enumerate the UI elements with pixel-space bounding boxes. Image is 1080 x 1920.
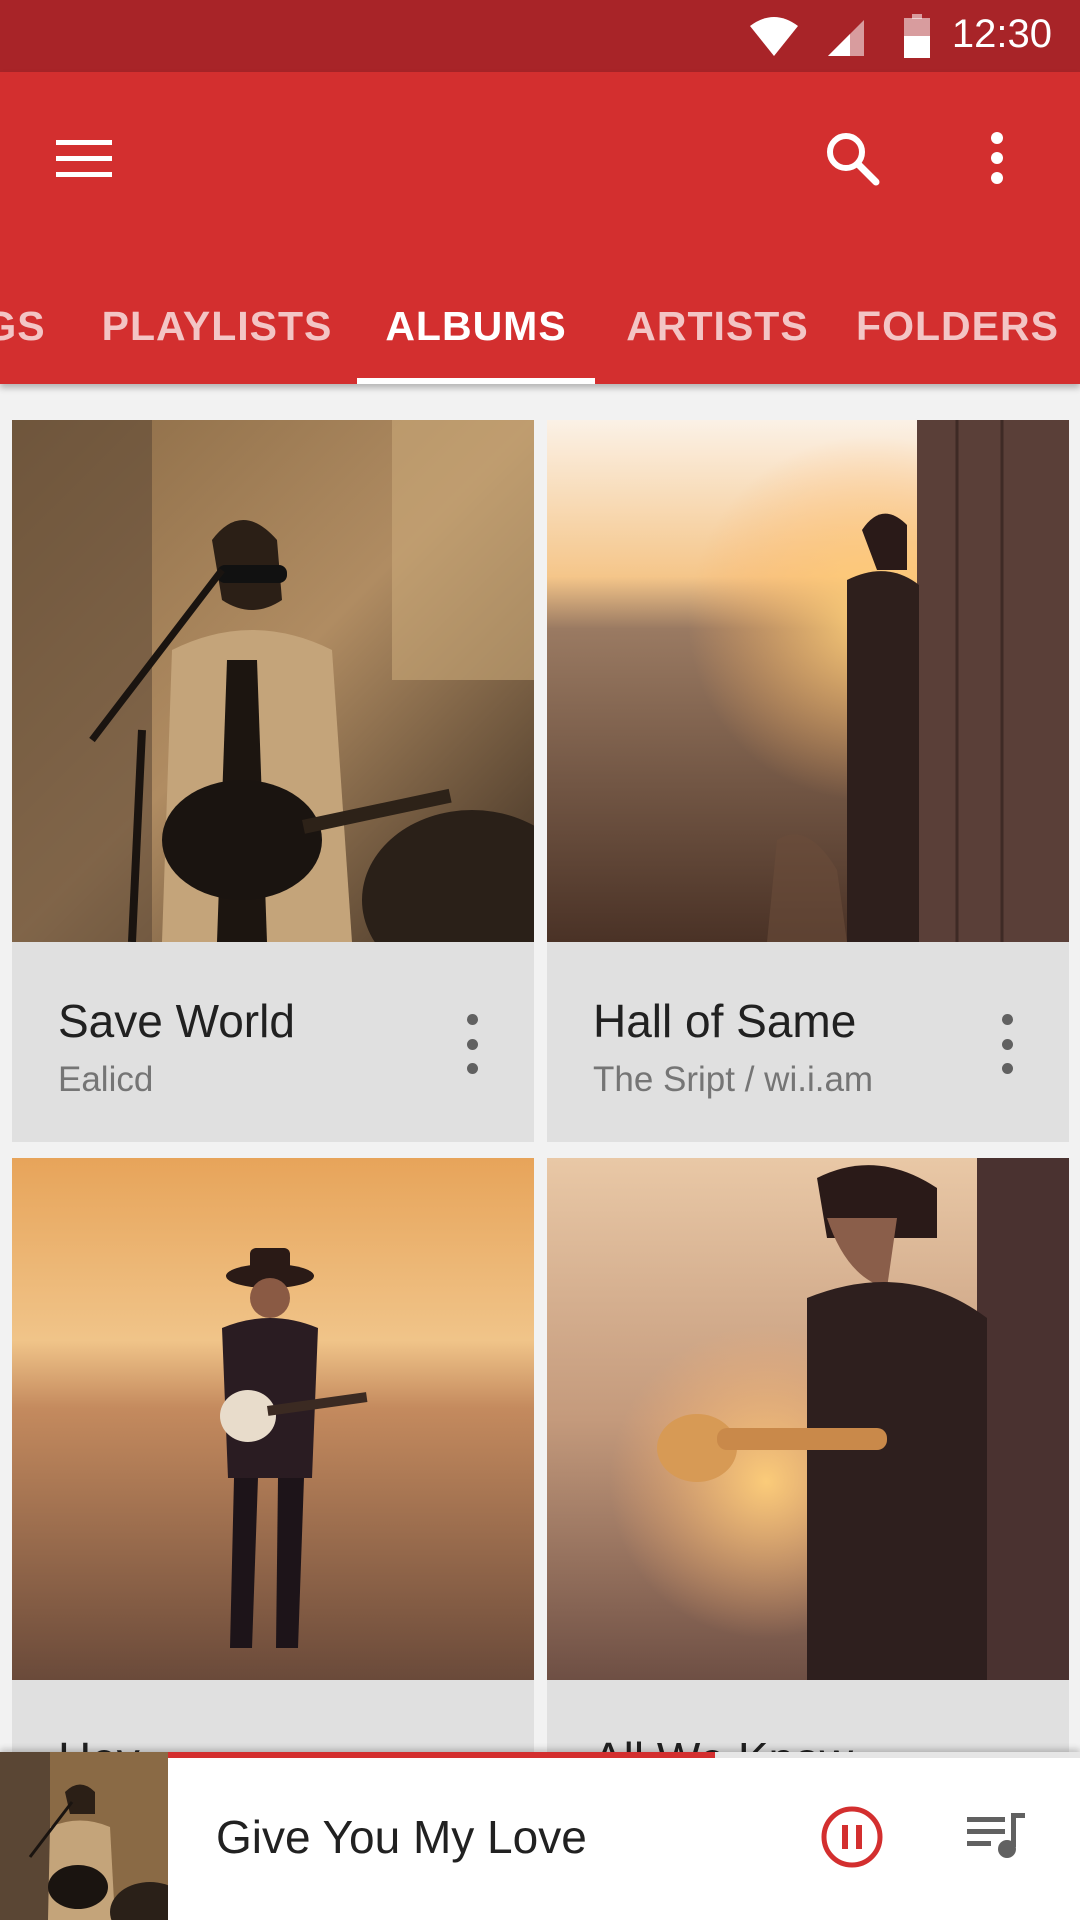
more-vert-icon [991, 132, 1003, 184]
now-playing-bar[interactable]: Give You My Love [0, 1752, 1080, 1920]
album-title: Hall of Same [593, 995, 857, 1047]
now-playing-art[interactable] [0, 1752, 168, 1920]
battery-icon [904, 14, 930, 58]
album-card[interactable]: Save World Ealicd [12, 420, 534, 1142]
album-info: Save World Ealicd [12, 942, 534, 1142]
album-art [547, 420, 1069, 942]
more-vert-icon [466, 1014, 478, 1025]
queue-music-icon [967, 1813, 1025, 1858]
status-bar: 12:30 [0, 0, 1080, 72]
more-vert-icon [1001, 1014, 1013, 1025]
tab-indicator [357, 378, 595, 384]
album-more-button[interactable] [987, 1014, 1027, 1074]
menu-button[interactable] [42, 116, 126, 200]
album-art [12, 420, 534, 942]
cellular-signal-icon [828, 20, 864, 56]
wifi-icon [750, 17, 798, 56]
pause-circle-icon [821, 1806, 883, 1868]
album-art [547, 1158, 1069, 1680]
queue-button[interactable] [952, 1792, 1042, 1882]
tab-songs[interactable]: GS [0, 268, 60, 384]
album-card[interactable]: Hall of Same The Sript / wi.i.am [547, 420, 1069, 1142]
tab-bar: GS PLAYLISTS ALBUMS ARTISTS FOLDERS [0, 268, 1080, 384]
now-playing-title: Give You My Love [216, 1811, 587, 1863]
search-button[interactable] [810, 116, 894, 200]
album-info: Hall of Same The Sript / wi.i.am [547, 942, 1069, 1142]
album-more-button[interactable] [452, 1014, 492, 1074]
status-time: 12:30 [951, 12, 1052, 56]
pause-button[interactable] [807, 1792, 897, 1882]
tab-albums[interactable]: ALBUMS [357, 268, 595, 384]
tab-artists[interactable]: ARTISTS [620, 268, 815, 384]
tab-playlists[interactable]: PLAYLISTS [92, 268, 342, 384]
album-title: Save World [58, 995, 295, 1047]
album-artist: The Sript / wi.i.am [593, 1060, 874, 1099]
search-icon [827, 133, 880, 186]
menu-icon [56, 140, 112, 177]
album-art [12, 1158, 534, 1680]
tab-folders[interactable]: FOLDERS [856, 268, 1058, 384]
progress-fill [168, 1752, 715, 1758]
overflow-menu-button[interactable] [955, 116, 1039, 200]
app-bar: GS PLAYLISTS ALBUMS ARTISTS FOLDERS [0, 72, 1080, 384]
album-artist: Ealicd [58, 1060, 154, 1099]
